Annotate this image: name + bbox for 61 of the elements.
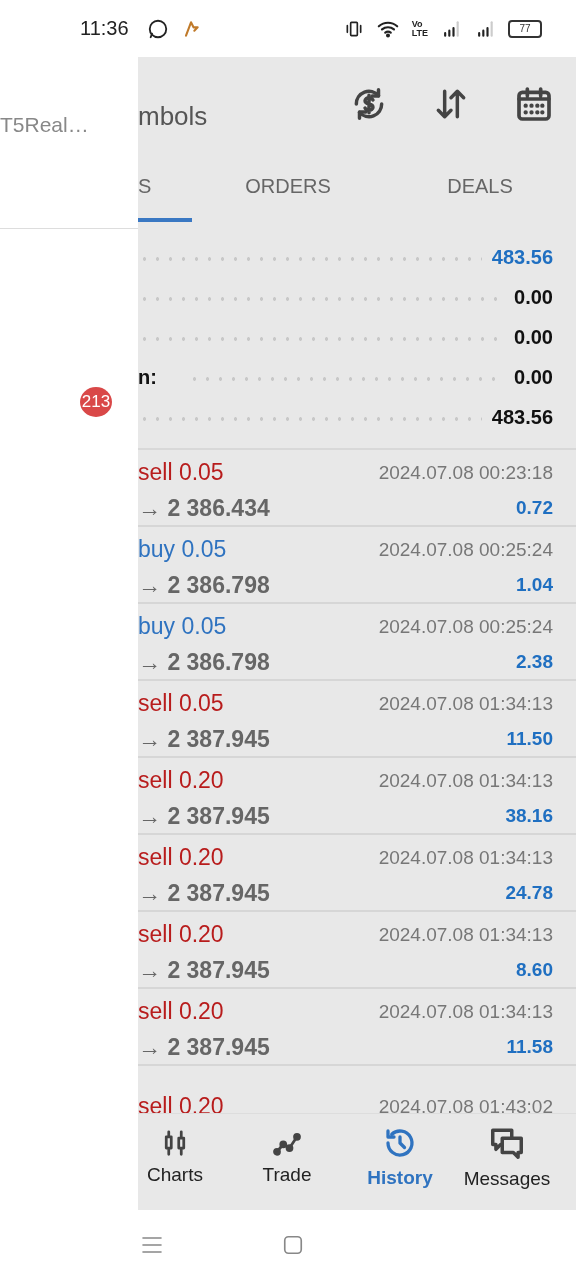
deal-profit: 11.58 [506, 1036, 553, 1059]
deal-time: 2024.07.08 01:34:13 [378, 1000, 553, 1023]
deal-type: buy 0.05 [138, 536, 228, 564]
deal-profit: 11.50 [506, 728, 553, 751]
volte-indicator: Vo LTE [411, 19, 428, 38]
deal-profit: 8.60 [516, 959, 553, 982]
deal-price: → 2 387.945 [138, 1033, 271, 1061]
account-name[interactable]: T5Real… [0, 113, 89, 137]
summary-label: n: [138, 365, 158, 389]
summary-value: 483.56 [491, 245, 553, 269]
deal-type: sell 0.20 [138, 998, 225, 1026]
summary-value: 0.00 [514, 325, 553, 349]
count-badge: 213 [80, 387, 112, 417]
deal-price: → 2 386.434 [138, 494, 271, 522]
tab[interactable]: S [138, 150, 192, 222]
screen-title: mbols [138, 100, 208, 132]
deal-type: sell 0.20 [138, 844, 225, 872]
deal-time: 2024.07.08 01:34:13 [378, 692, 553, 715]
deal-time: 2024.07.08 01:34:13 [378, 769, 553, 792]
deal-time: 2024.07.08 00:23:18 [378, 461, 553, 484]
summary-value: 0.00 [514, 365, 553, 389]
nav-tab[interactable]: Charts [138, 1128, 212, 1186]
deal-type: sell 0.20 [138, 767, 225, 795]
deal-row[interactable]: sell 0.20 2024.07.08 01:34:13 → 2 387.945 24.78 [138, 835, 576, 912]
summary-value: 0.00 [514, 285, 553, 309]
nav-tab[interactable]: Trade [212, 1128, 362, 1186]
summary-value: 483.56 [491, 405, 553, 429]
tab[interactable]: ORDERS [192, 150, 384, 222]
deal-time: 2024.07.08 00:25:24 [378, 538, 553, 561]
deal-row[interactable]: buy 0.05 2024.07.08 00:25:24 → 2 386.798 1.04 [138, 527, 576, 604]
deal-row[interactable]: sell 0.20 2024.07.08 01:34:13 → 2 387.945 8.60 [138, 912, 576, 989]
deal-profit: 2.38 [516, 651, 553, 674]
deal-type: sell 0.05 [138, 459, 225, 487]
deal-row[interactable]: sell 0.05 2024.07.08 00:23:18 → 2 386.434 0.72 [138, 450, 576, 527]
deal-row[interactable]: sell 0.20 2024.07.08 01:34:13 → 2 387.945 38.16 [138, 758, 576, 835]
deal-time: 2024.07.08 01:34:13 [378, 923, 553, 946]
deal-row[interactable]: sell 0.20 2024.07.08 01:34:13 → 2 387.945 11.58 [138, 989, 576, 1066]
nav-tab[interactable]: Messages [438, 1124, 576, 1190]
deal-price: → 2 386.798 [138, 571, 271, 599]
deal-type: sell 0.20 [138, 921, 225, 949]
deal-row[interactable]: buy 0.05 2024.07.08 00:25:24 → 2 386.798 2.38 [138, 604, 576, 681]
deal-price: → 2 387.945 [138, 956, 271, 984]
battery-icon: 77 [508, 19, 542, 38]
deal-profit: 38.16 [505, 805, 553, 828]
deal-time: 2024.07.08 00:25:24 [378, 615, 553, 638]
nav-tab[interactable]: History [362, 1125, 438, 1189]
deal-type: buy 0.05 [138, 613, 228, 641]
deal-time: 2024.07.08 01:43:02 [378, 1095, 553, 1113]
deal-time: 2024.07.08 01:34:13 [378, 846, 553, 869]
deal-row[interactable]: sell 0.05 2024.07.08 01:34:13 → 2 387.945 11.50 [138, 681, 576, 758]
deal-type: sell 0.05 [138, 690, 225, 718]
deal-price: → 2 386.798 [138, 648, 271, 676]
deal-profit: 1.04 [516, 574, 553, 597]
tab[interactable]: DEALS [384, 150, 576, 222]
home-icon [282, 1234, 304, 1256]
clock-time: 11:36 [80, 17, 129, 40]
deal-price: → 2 387.945 [138, 725, 271, 753]
deal-price: → 2 387.945 [138, 802, 271, 830]
deal-price: → 2 387.945 [138, 879, 271, 907]
deal-profit: 24.78 [505, 882, 553, 905]
deal-profit: 0.72 [516, 497, 553, 520]
